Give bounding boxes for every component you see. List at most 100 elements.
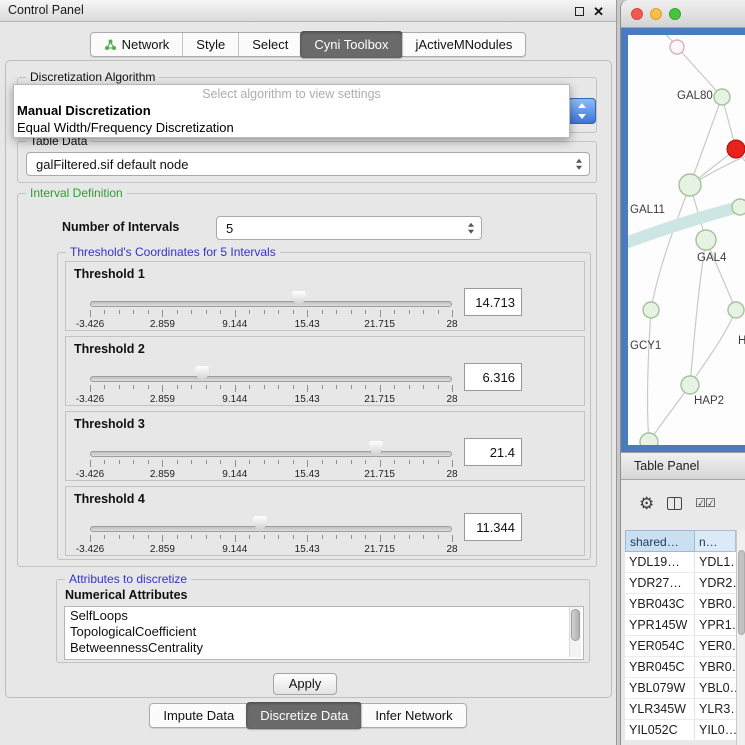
tick-mark bbox=[351, 310, 352, 314]
tab-label: Network bbox=[122, 37, 170, 52]
select-columns-checkboxes-icon[interactable]: ☑☑ bbox=[695, 496, 715, 510]
tab-network[interactable]: Network bbox=[91, 33, 183, 56]
threshold-2-label: Threshold 2 bbox=[74, 342, 145, 356]
tab-impute-data[interactable]: Impute Data bbox=[150, 704, 247, 727]
pink-node[interactable] bbox=[670, 40, 684, 54]
table-row[interactable]: YDL19…YDL1… bbox=[625, 552, 736, 573]
number-of-intervals-combo[interactable]: 5 bbox=[216, 216, 482, 240]
tick-label: 2.859 bbox=[150, 394, 175, 405]
tick-mark bbox=[423, 460, 424, 464]
slider-track[interactable] bbox=[90, 526, 452, 532]
tick-mark bbox=[177, 535, 178, 539]
tab-label: Impute Data bbox=[163, 708, 234, 723]
threshold-1-value-field[interactable] bbox=[464, 288, 522, 316]
tick-mark bbox=[307, 385, 308, 392]
tab-discretize-data[interactable]: Discretize Data bbox=[246, 702, 362, 729]
columns-icon[interactable] bbox=[667, 497, 682, 510]
node-label-gcy1: GCY1 bbox=[630, 340, 661, 352]
tick-mark bbox=[336, 310, 337, 314]
threshold-1-slider[interactable]: -3.4262.8599.14415.4321.71528 bbox=[90, 288, 452, 330]
tick-mark bbox=[394, 385, 395, 389]
combo-stepper-icon[interactable] bbox=[568, 98, 596, 124]
tick-mark bbox=[148, 385, 149, 389]
numerical-attributes-list[interactable]: SelfLoopsTopologicalCoefficientBetweenne… bbox=[64, 606, 584, 660]
scrollbar-thumb[interactable] bbox=[571, 609, 580, 641]
table-row[interactable]: YPR145WYPR1… bbox=[625, 615, 736, 636]
tick-mark bbox=[191, 535, 192, 539]
tick-mark bbox=[90, 460, 91, 467]
threshold-3-slider[interactable]: -3.4262.8599.14415.4321.71528 bbox=[90, 438, 452, 480]
tick-label: 15.43 bbox=[295, 544, 320, 555]
column-header-name[interactable]: n… bbox=[695, 530, 736, 552]
mac-minimize-button[interactable] bbox=[650, 8, 662, 20]
selected-red-node[interactable] bbox=[727, 140, 745, 158]
tab-infer-network[interactable]: Infer Network bbox=[361, 704, 465, 727]
table-row[interactable]: YLR345WYLR3… bbox=[625, 699, 736, 720]
list-item-selfloops[interactable]: SelfLoops bbox=[65, 607, 583, 623]
tick-mark bbox=[452, 310, 453, 317]
slider-track[interactable] bbox=[90, 451, 452, 457]
number-of-intervals-value: 5 bbox=[226, 221, 233, 236]
tick-mark bbox=[307, 310, 308, 317]
table-row[interactable]: YBR043CYBR0… bbox=[625, 594, 736, 615]
mac-close-button[interactable] bbox=[631, 8, 643, 20]
gear-icon[interactable]: ⚙ bbox=[639, 495, 654, 512]
slider-track[interactable] bbox=[90, 301, 452, 307]
tick-mark bbox=[90, 385, 91, 392]
tab-style[interactable]: Style bbox=[182, 33, 238, 56]
table-cell: YPR145W bbox=[625, 615, 695, 635]
tick-mark bbox=[177, 385, 178, 389]
tick-mark bbox=[351, 460, 352, 464]
tick-label: 21.715 bbox=[364, 544, 395, 555]
tick-label: -3.426 bbox=[76, 319, 104, 330]
tab-label: Discretize Data bbox=[260, 708, 348, 723]
tick-mark bbox=[235, 460, 236, 467]
table-cell: YBL0… bbox=[695, 678, 736, 698]
tick-mark bbox=[380, 310, 381, 317]
tick-mark bbox=[206, 310, 207, 314]
table-row[interactable]: YIL052CYIL0… bbox=[625, 720, 736, 741]
tick-mark bbox=[133, 385, 134, 389]
slider-track[interactable] bbox=[90, 376, 452, 382]
threshold-4-value-field[interactable] bbox=[464, 513, 522, 541]
table-row[interactable]: YBR045CYBR0… bbox=[625, 657, 736, 678]
tick-mark bbox=[293, 385, 294, 389]
network-canvas[interactable]: GAL80 GAL11 GAL4 GCY1 HAP2 H bbox=[628, 35, 745, 445]
tab-select[interactable]: Select bbox=[238, 33, 301, 56]
list-item-topologicalcoefficient[interactable]: TopologicalCoefficient bbox=[65, 623, 583, 639]
list-item-betweennesscentrality[interactable]: BetweennessCentrality bbox=[65, 639, 583, 655]
top-tab-bar: Network StyleSelectCyni ToolboxjActiveMNo… bbox=[90, 32, 527, 57]
float-window-icon[interactable] bbox=[575, 7, 584, 16]
tick-mark bbox=[452, 460, 453, 467]
tab-cyni-toolbox[interactable]: Cyni Toolbox bbox=[300, 31, 402, 58]
dropdown-option-equal-width-frequency[interactable]: Equal Width/Frequency Discretization bbox=[14, 119, 569, 136]
table-row[interactable]: YDR27…YDR2… bbox=[625, 573, 736, 594]
algorithm-group-label: Discretization Algorithm bbox=[26, 70, 159, 84]
tick-label: 2.859 bbox=[150, 544, 175, 555]
tick-label: 15.43 bbox=[295, 469, 320, 480]
table-data-combo-value: galFiltered.sif default node bbox=[36, 157, 188, 172]
tick-label: -3.426 bbox=[76, 469, 104, 480]
attributes-scrollbar[interactable] bbox=[569, 607, 581, 657]
table-row[interactable]: YER054CYER0… bbox=[625, 636, 736, 657]
number-of-intervals-label: Number of Intervals bbox=[62, 220, 179, 234]
close-icon[interactable]: ✕ bbox=[593, 5, 604, 18]
tab-jactivemnodules[interactable]: jActiveMNodules bbox=[402, 33, 526, 56]
network-view-frame: GAL80 GAL11 GAL4 GCY1 HAP2 H bbox=[621, 28, 745, 452]
threshold-3-value-field[interactable] bbox=[464, 438, 522, 466]
table-vertical-scrollbar[interactable] bbox=[736, 530, 745, 745]
tick-mark bbox=[438, 535, 439, 539]
threshold-2-value-field[interactable] bbox=[464, 363, 522, 391]
mac-zoom-button[interactable] bbox=[669, 8, 681, 20]
apply-button[interactable]: Apply bbox=[273, 673, 337, 695]
scrollbar-thumb[interactable] bbox=[738, 550, 745, 635]
threshold-4-slider[interactable]: -3.4262.8599.14415.4321.71528 bbox=[90, 513, 452, 555]
threshold-2-slider[interactable]: -3.4262.8599.14415.4321.71528 bbox=[90, 363, 452, 405]
dropdown-option-manual-discretization[interactable]: Manual Discretization bbox=[14, 102, 569, 119]
tick-mark bbox=[249, 460, 250, 464]
column-header-shared-name[interactable]: shared… bbox=[625, 530, 695, 552]
stepper-arrows-icon bbox=[468, 223, 474, 234]
tick-mark bbox=[119, 460, 120, 464]
table-data-combo[interactable]: galFiltered.sif default node bbox=[26, 152, 590, 176]
table-row[interactable]: YBL079WYBL0… bbox=[625, 678, 736, 699]
